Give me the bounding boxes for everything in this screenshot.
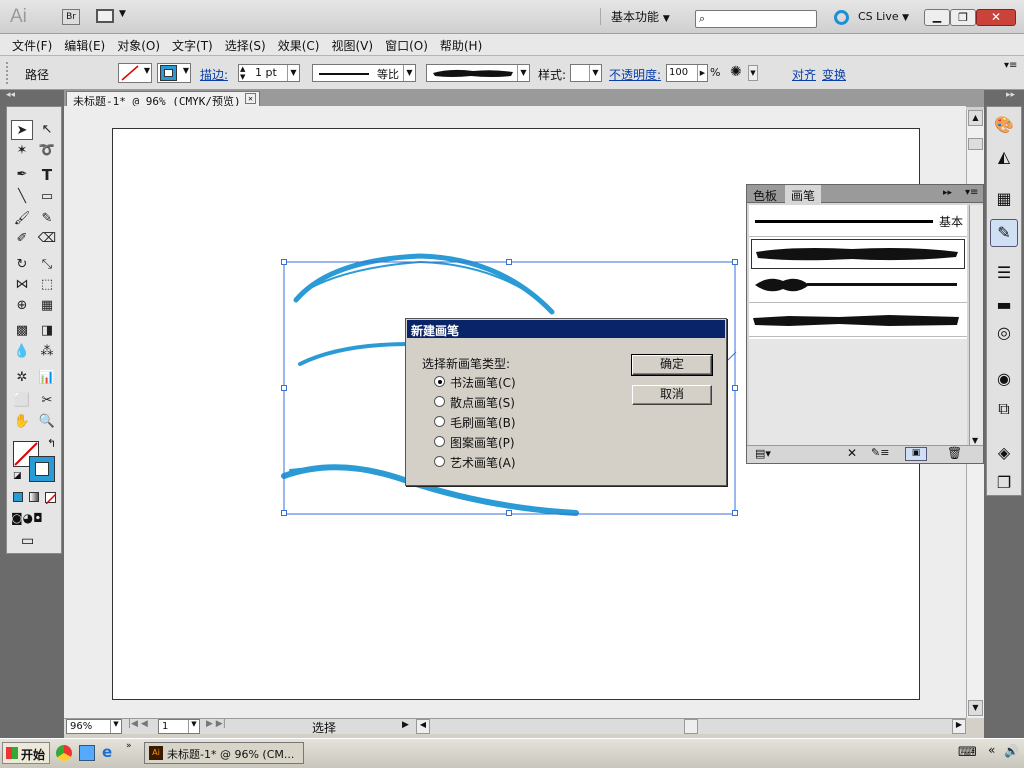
dialog-prompt: 选择新画笔类型: bbox=[422, 357, 511, 371]
brush-item-rough[interactable] bbox=[749, 305, 967, 337]
bounding-box-handle[interactable] bbox=[281, 510, 287, 516]
panel-menu-icon[interactable]: ▾≡ bbox=[965, 187, 978, 198]
horizontal-scroll-left[interactable]: ◀ bbox=[416, 719, 430, 734]
brushes-panel-footer: ▤▾ ✕ ✎≡ ▣ 🗑 bbox=[747, 445, 983, 463]
bounding-box-handle[interactable] bbox=[732, 259, 738, 265]
start-button[interactable]: 开始 bbox=[2, 742, 50, 764]
remove-brush-stroke-icon[interactable]: ✕ bbox=[847, 446, 857, 460]
artboard-number-value: 1 bbox=[162, 721, 169, 732]
start-label: 开始 bbox=[21, 748, 46, 762]
bounding-box-handle[interactable] bbox=[281, 385, 287, 391]
tray-expand-icon[interactable]: « bbox=[988, 743, 995, 757]
gradient-panel-icon[interactable]: ▬ bbox=[992, 295, 1016, 319]
bounding-box-handle[interactable] bbox=[732, 385, 738, 391]
brush-list: 基本 bbox=[749, 205, 967, 445]
bounding-box-handle[interactable] bbox=[506, 259, 512, 265]
zoom-level-field[interactable]: 96% ▼ bbox=[66, 719, 122, 734]
bounding-box-handle[interactable] bbox=[506, 510, 512, 516]
panel-icon-bar: 🎨 ◭ ▦ ✎ ☰ ▬ ◎ ◉ ⧉ ◈ ❐ bbox=[986, 106, 1022, 496]
color-guide-icon[interactable]: ◭ bbox=[992, 147, 1016, 171]
ok-button[interactable]: 确定 bbox=[631, 354, 713, 376]
tab-swatches[interactable]: 色板 bbox=[753, 187, 777, 204]
option-scatter-label[interactable]: 散点画笔(S) bbox=[450, 394, 515, 411]
brush-item-ornate[interactable] bbox=[749, 271, 967, 303]
status-menu-arrow[interactable]: ▶ bbox=[402, 720, 409, 730]
brush-item-charcoal[interactable] bbox=[751, 239, 965, 269]
swatches-panel-icon[interactable]: ▦ bbox=[992, 189, 1016, 213]
graphic-styles-icon[interactable]: ⧉ bbox=[992, 399, 1016, 423]
delete-brush-icon[interactable]: 🗑 bbox=[947, 446, 962, 460]
artboard-number-field[interactable]: 1 ▼ bbox=[158, 719, 200, 734]
horizontal-scroll-right[interactable]: ▶ bbox=[952, 719, 966, 734]
collapse-dock-icon[interactable]: ▸▸ bbox=[1006, 90, 1015, 100]
option-pattern-label[interactable]: 图案画笔(P) bbox=[450, 434, 515, 451]
brushes-panel: 色板 画笔 ▸▸ ▾≡ 基本 ▼ ▤▾ ✕ ✎≡ ▣ 🗑 bbox=[746, 184, 984, 464]
illustrator-icon: Ai bbox=[149, 746, 163, 760]
new-brush-icon[interactable]: ▣ bbox=[905, 447, 927, 461]
next-artboard-icon[interactable]: ▶ ▶| bbox=[206, 719, 226, 729]
first-artboard-icon[interactable]: |◀ ◀ bbox=[128, 719, 148, 729]
charcoal-brush-icon bbox=[756, 248, 958, 261]
new-brush-dialog: 新建画笔 选择新画笔类型: 书法画笔(C) 散点画笔(S) 毛刷画笔(B) 图案… bbox=[405, 318, 727, 486]
radio-pattern[interactable] bbox=[434, 436, 445, 447]
scroll-down-arrow[interactable]: ▼ bbox=[968, 700, 983, 716]
layers-panel-icon[interactable]: ◈ bbox=[992, 443, 1016, 467]
brush-options-icon[interactable]: ✎≡ bbox=[871, 446, 889, 459]
quick-launch-icon[interactable] bbox=[79, 745, 95, 761]
panel-expand-icon[interactable]: ▸▸ bbox=[943, 188, 952, 198]
cancel-button[interactable]: 取消 bbox=[632, 385, 712, 405]
ie-icon[interactable]: e bbox=[102, 743, 112, 761]
taskbar: 开始 e » Ai 未标题-1* @ 96% (CM... ⌨ « 🔊 bbox=[0, 738, 1024, 768]
artboards-panel-icon[interactable]: ❐ bbox=[992, 473, 1016, 497]
radio-bristle[interactable] bbox=[434, 416, 445, 427]
radio-scatter[interactable] bbox=[434, 396, 445, 407]
horizontal-scroll-thumb[interactable] bbox=[684, 719, 698, 734]
brush-stroke-middle bbox=[298, 342, 412, 366]
rough-brush-icon bbox=[753, 315, 959, 326]
chrome-icon[interactable] bbox=[56, 745, 72, 761]
status-bar: 96% ▼ |◀ ◀ 1 ▼ ▶ ▶| 选择 ▶ ◀ ▶ bbox=[64, 718, 966, 735]
transparency-panel-icon[interactable]: ◎ bbox=[992, 323, 1016, 347]
windows-logo-icon bbox=[6, 747, 18, 759]
brush-item-basic[interactable]: 基本 bbox=[749, 205, 967, 237]
taskbar-illustrator-button[interactable]: Ai 未标题-1* @ 96% (CM... bbox=[144, 742, 304, 764]
keyboard-icon[interactable]: ⌨ bbox=[958, 745, 977, 760]
brush-basic-label: 基本 bbox=[939, 215, 964, 229]
brushes-panel-icon[interactable]: ✎ bbox=[990, 219, 1018, 247]
brush-list-scrollbar[interactable]: ▼ bbox=[969, 205, 983, 445]
appearance-panel-icon[interactable]: ◉ bbox=[992, 369, 1016, 393]
quick-launch-expand-icon[interactable]: » bbox=[126, 741, 132, 751]
bounding-box-handle[interactable] bbox=[732, 510, 738, 516]
option-bristle-label[interactable]: 毛刷画笔(B) bbox=[450, 414, 516, 431]
scroll-thumb[interactable] bbox=[968, 138, 983, 150]
brush-libraries-icon[interactable]: ▤▾ bbox=[755, 447, 771, 460]
dialog-title: 新建画笔 bbox=[407, 320, 725, 338]
option-art-label[interactable]: 艺术画笔(A) bbox=[450, 454, 516, 471]
taskbar-task-label: 未标题-1* @ 96% (CM... bbox=[167, 748, 295, 761]
radio-calligraphic[interactable] bbox=[434, 376, 445, 387]
stroke-panel-icon[interactable]: ☰ bbox=[992, 263, 1016, 287]
status-label: 选择 bbox=[312, 721, 337, 735]
radio-art[interactable] bbox=[434, 456, 445, 467]
option-calligraphic-label[interactable]: 书法画笔(C) bbox=[450, 374, 516, 391]
ornate-brush-icon bbox=[755, 278, 957, 292]
bounding-box-handle[interactable] bbox=[281, 259, 287, 265]
tab-brushes[interactable]: 画笔 bbox=[785, 185, 822, 204]
color-panel-icon[interactable]: 🎨 bbox=[992, 115, 1016, 139]
zoom-level-value: 96% bbox=[70, 721, 93, 732]
scroll-up-arrow[interactable]: ▲ bbox=[968, 110, 983, 126]
volume-icon[interactable]: 🔊 bbox=[1004, 744, 1019, 758]
